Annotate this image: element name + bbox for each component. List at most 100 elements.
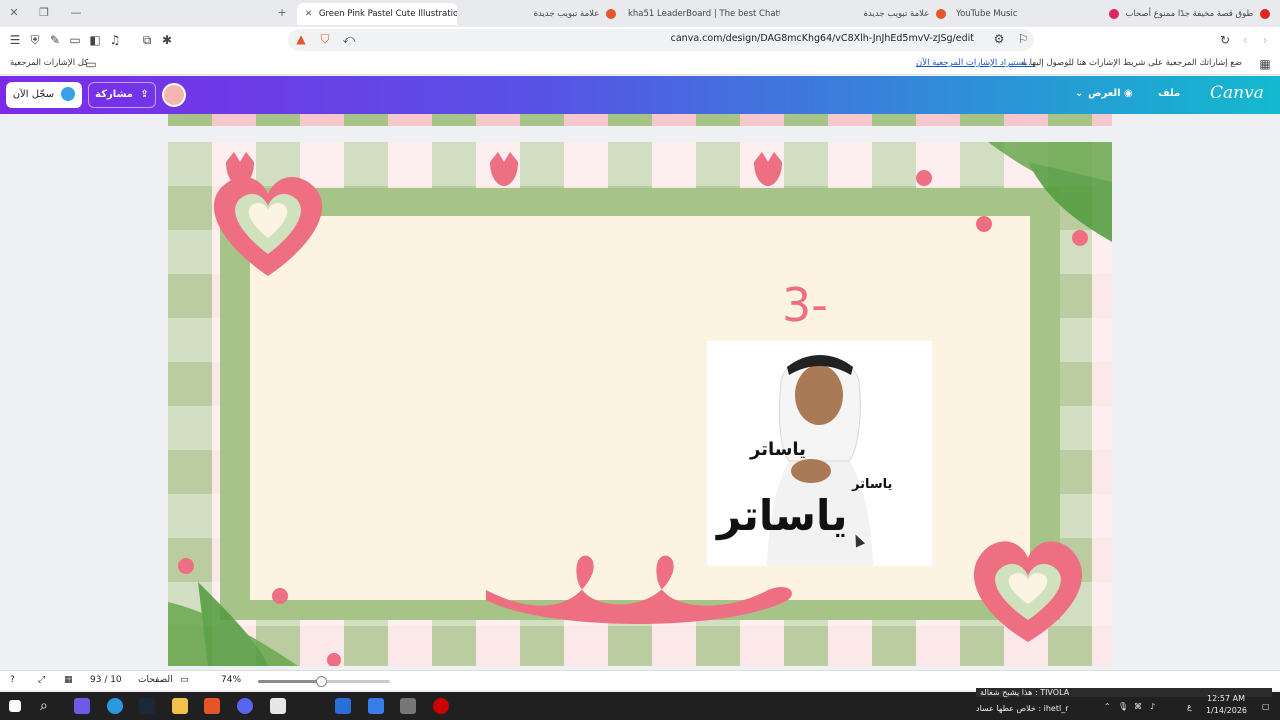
upload-icon: ⇪ [140, 89, 149, 100]
tab-label: Green Pink Pastel Cute Illustratio [318, 9, 457, 19]
register-now-button[interactable]: سجّل الآن [6, 82, 82, 108]
brave-icon[interactable] [204, 698, 220, 714]
zoom-label[interactable]: 74% [221, 675, 241, 685]
app-icon[interactable] [400, 698, 416, 714]
tab-label: علامة تبويب جديدة [533, 9, 600, 19]
close-window-icon[interactable]: ✕ [6, 6, 22, 20]
maximize-window-icon[interactable]: ❐ [36, 6, 52, 20]
tab-label: YouTube Music [956, 9, 1018, 19]
file-explorer-icon[interactable] [172, 698, 188, 714]
reload-icon[interactable]: ↻ [1218, 33, 1232, 47]
tab-youtube-music[interactable]: YouTube Music [956, 3, 1026, 25]
share-label: مشاركة [95, 89, 133, 100]
speaker-icon[interactable]: ♪ [1150, 702, 1155, 711]
back-icon[interactable]: › [1258, 33, 1272, 47]
language-indicator[interactable]: ع [1187, 702, 1192, 711]
register-now-label: سجّل الآن [12, 89, 55, 100]
share-button[interactable]: مشاركة ⇪ [88, 82, 156, 108]
edge-icon[interactable] [107, 698, 123, 714]
import-bookmarks-link[interactable]: استيراد الإشارات المرجعية الآن... [916, 58, 1034, 68]
brave-shields-icon[interactable]: ⛉ [318, 32, 332, 46]
all-bookmarks-label[interactable]: كل الإشارات المرجعية [10, 58, 88, 68]
share-page-icon[interactable]: ⤺ [342, 32, 356, 46]
slide-background [168, 142, 1112, 666]
tab-label: kha51 LeaderBoard | The best Chatti [628, 9, 780, 19]
forward-icon[interactable]: ‹ [1238, 33, 1252, 47]
help-icon[interactable]: ? [10, 675, 15, 685]
tabs-icon[interactable]: ▭ [68, 33, 82, 47]
steam-icon[interactable] [139, 698, 155, 714]
discord-icon[interactable] [237, 698, 253, 714]
folder-icon: ▭ [85, 57, 97, 71]
new-tab-icon[interactable]: + [274, 6, 290, 20]
meme-image[interactable]: ياساتر ياساتر ياساتر [707, 341, 932, 566]
screenshot-icon[interactable]: ⧉ [140, 33, 154, 47]
tab-label: طوق قصة مخيفة جدًا ممنوع أصحاب [1125, 9, 1254, 19]
search-icon[interactable]: ⌕ [40, 698, 56, 714]
shield-icon[interactable]: ⛨ [28, 33, 42, 47]
tab-leaderboard[interactable]: kha51 LeaderBoard | The best Chatti [628, 3, 780, 25]
meme-caption: ياساتر [750, 439, 806, 460]
grid-view-icon[interactable]: ▦ [64, 675, 73, 685]
address-bar[interactable]: ▲ ⛉ ⤺ canva.com/design/DAG8mcKhg64/vC8Xl… [288, 29, 1034, 51]
zoom-slider-handle[interactable] [316, 676, 328, 687]
extensions-icon[interactable]: ✱ [160, 33, 174, 47]
sidebar-icon[interactable]: ◧ [88, 33, 102, 47]
youtube-favicon-icon [1260, 8, 1270, 19]
copilot-icon[interactable] [74, 698, 90, 714]
obs-icon[interactable] [433, 698, 449, 714]
canva-logo[interactable]: Canva [1210, 83, 1264, 103]
slide-canvas[interactable]: 3- ياساتر ياساتر ياساتر [168, 142, 1112, 666]
clock-time[interactable]: 12:57 AM [1207, 694, 1245, 703]
canva-bottom-bar: ? ⤢ ▦ 93 / 10 الصفحات ▭ 74% [0, 670, 1280, 690]
design-workspace[interactable]: 3- ياساتر ياساتر ياساتر [0, 114, 1280, 670]
canva-pro-icon [61, 87, 76, 101]
minimize-window-icon[interactable]: — [68, 6, 84, 20]
apps-grid-icon[interactable]: ▦ [1258, 57, 1272, 71]
store-icon[interactable] [270, 698, 286, 714]
previous-slide-strip[interactable] [168, 114, 1112, 126]
network-icon[interactable]: ⌘ [1134, 702, 1142, 711]
avatar[interactable] [162, 83, 186, 107]
site-settings-icon[interactable]: ⚙ [992, 32, 1006, 46]
view-menu[interactable]: العرض [1088, 88, 1121, 99]
meme-caption-large: ياساتر [717, 491, 848, 540]
meme-caption: ياساتر [852, 477, 893, 492]
pages-icon[interactable]: ▭ [180, 675, 189, 685]
tab-new-tab-1[interactable]: علامة تبويب جديدة [520, 3, 620, 25]
file-menu[interactable]: ملف [1158, 88, 1180, 99]
brave-favicon-icon [606, 8, 616, 19]
fullscreen-icon[interactable]: ⤢ [38, 675, 45, 685]
slide-number-label[interactable]: 3- [782, 278, 828, 332]
microphone-icon[interactable]: 🎙 [1118, 702, 1128, 711]
windows-start-icon[interactable] [9, 700, 21, 712]
tab-canva-design[interactable]: ✕ Green Pink Pastel Cute Illustratio [297, 3, 457, 25]
brush-icon[interactable]: ✎ [48, 33, 62, 47]
brave-favicon-icon [936, 8, 946, 19]
zoom-slider[interactable] [258, 676, 390, 687]
chevron-down-icon[interactable]: ⌄ [1075, 88, 1083, 99]
clock-date[interactable]: 1/14/2026 [1206, 706, 1247, 715]
pages-button[interactable]: الصفحات [138, 675, 173, 685]
bookmarks-hint: ضع إشاراتك المرجعية على شريط الإشارات هن… [1022, 58, 1242, 68]
screen: ✕ ❐ — + ✕ Green Pink Pastel Cute Illustr… [0, 0, 1280, 720]
app-icon[interactable] [335, 698, 351, 714]
eye-icon[interactable]: ◉ [1124, 88, 1133, 99]
tab-new-tab-2[interactable]: علامة تبويب جديدة [850, 3, 950, 25]
canva-header: سجّل الآن مشاركة ⇪ ⌄ العرض ◉ ملف Canva [0, 76, 1280, 114]
tray-chevron-icon[interactable]: ⌃ [1104, 702, 1111, 711]
tab-label: علامة تبويب جديدة [863, 9, 930, 19]
app-icon[interactable] [368, 698, 384, 714]
chat-overlay-line2: خلاص عطها عساد : ihetl_r [976, 704, 1069, 713]
notification-icon[interactable]: ▢ [1262, 702, 1270, 711]
windows-taskbar: ⌕ هذا يشبح شغالة : TIVOLA خلاص عطها عساد… [0, 688, 1280, 720]
bookmark-icon[interactable]: ⚐ [1016, 32, 1030, 46]
tab-story[interactable]: طوق قصة مخيفة جدًا ممنوع أصحاب [1092, 3, 1274, 25]
music-icon[interactable]: ♫ [108, 33, 122, 47]
zoom-slider-fill [258, 680, 322, 683]
page-counter[interactable]: 93 / 10 [90, 675, 122, 685]
close-tab-icon[interactable]: ✕ [305, 9, 312, 19]
menu-icon[interactable]: ☰ [8, 33, 22, 47]
youtube-music-favicon-icon [1108, 8, 1119, 19]
brave-rewards-icon[interactable]: ▲ [294, 32, 308, 46]
